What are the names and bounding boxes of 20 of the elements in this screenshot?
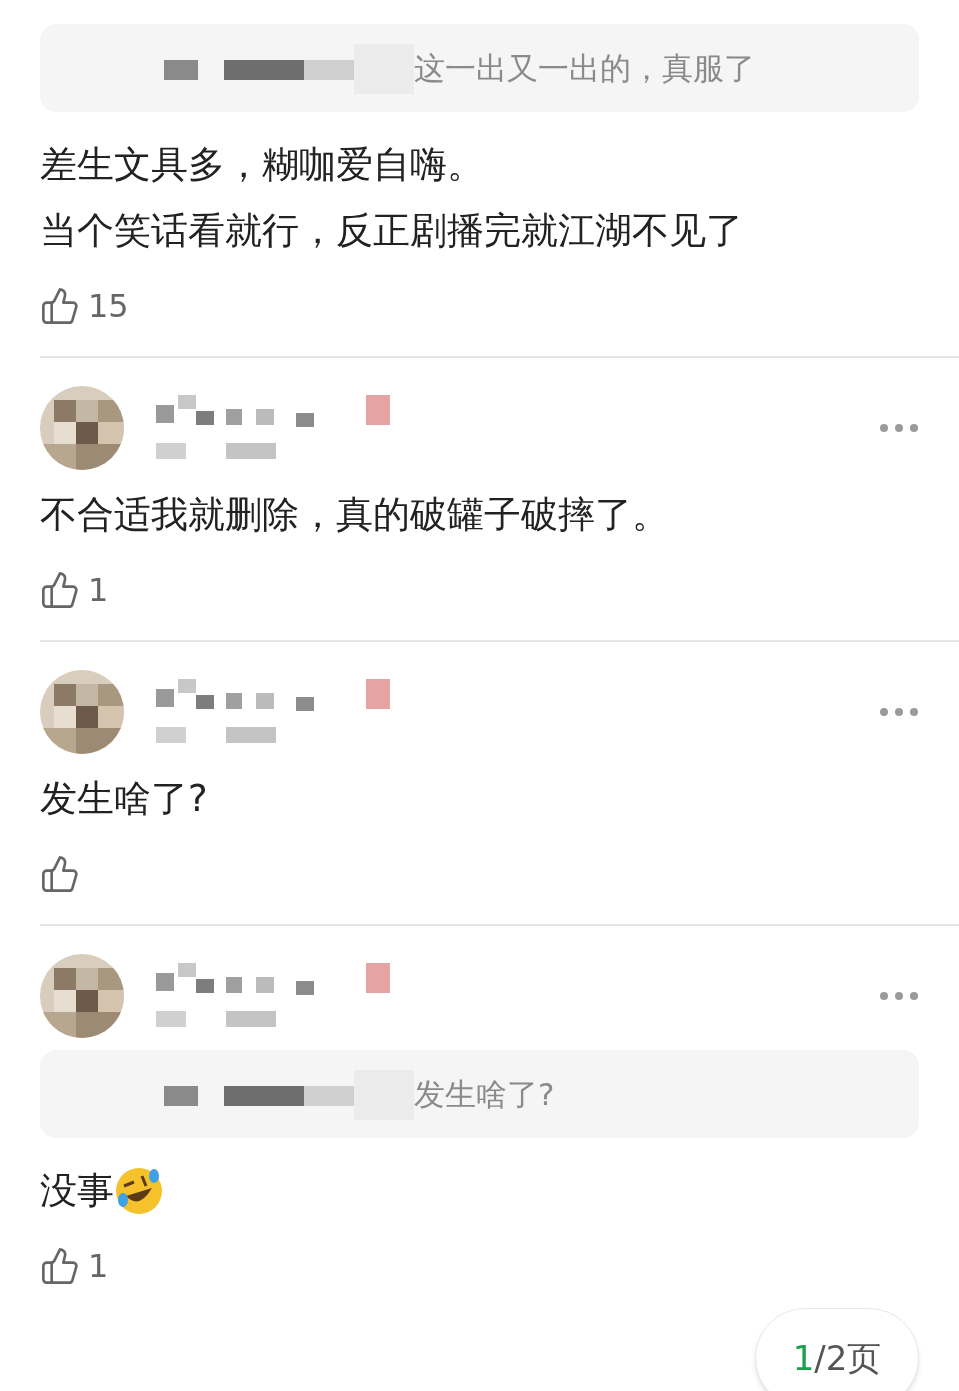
like-count: 1 (88, 1246, 109, 1287)
comment-text: 差生文具多，糊咖爱自嗨。 (40, 142, 484, 188)
like-icon[interactable] (40, 1246, 80, 1286)
like-icon[interactable] (40, 570, 80, 610)
like-icon[interactable] (40, 286, 80, 326)
like-count: 1 (88, 570, 109, 611)
more-icon[interactable] (879, 707, 919, 717)
comment-text: 发生啥了? (40, 776, 208, 822)
comment-text: 没事 (40, 1168, 114, 1214)
page-indicator[interactable]: 1/2页 (755, 1308, 919, 1391)
current-page: 1 (792, 1337, 815, 1380)
more-icon[interactable] (879, 423, 919, 433)
quote-text: 发生啥了? (414, 1074, 555, 1114)
like-count: 15 (88, 286, 129, 327)
comment-text: 当个笑话看就行，反正剧播完就江湖不见了 (40, 208, 743, 254)
quote-text: 这一出又一出的，真服了 (414, 48, 755, 88)
page-total: /2页 (814, 1337, 882, 1380)
like-icon[interactable] (40, 854, 80, 894)
comment-text: 不合适我就删除，真的破罐子破摔了。 (40, 492, 669, 538)
more-icon[interactable] (879, 991, 919, 1001)
